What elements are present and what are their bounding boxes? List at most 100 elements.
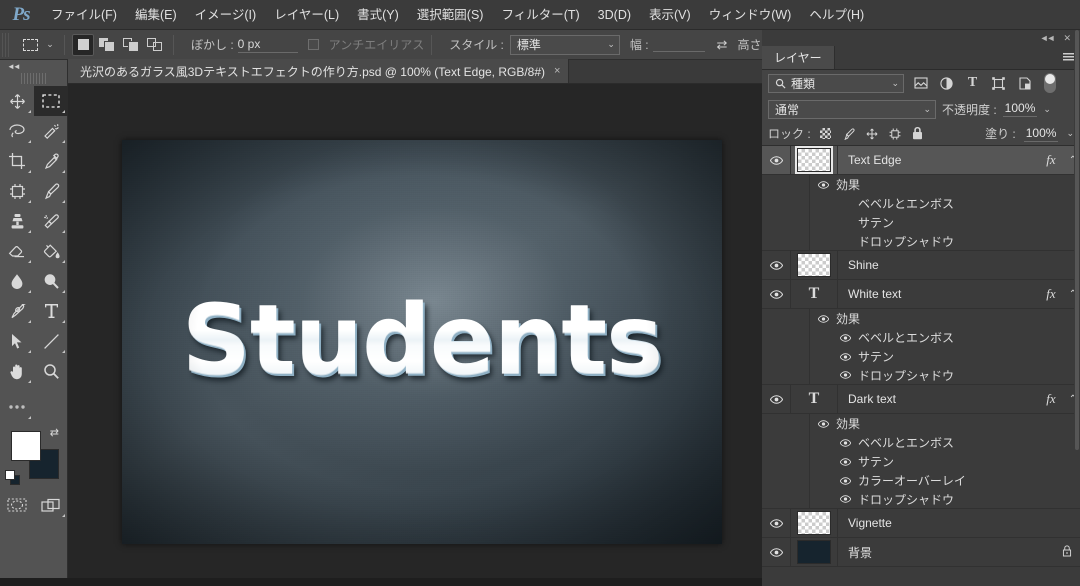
document-canvas[interactable]: Students Students Students bbox=[122, 140, 722, 544]
effect-visibility-toggle[interactable] bbox=[832, 438, 858, 447]
edit-toolbar-tool[interactable] bbox=[0, 392, 34, 422]
layer-fx-icon[interactable]: fx bbox=[1036, 286, 1066, 302]
tools-panel-grip[interactable] bbox=[20, 73, 47, 84]
blend-mode-select[interactable]: 通常 ⌄ bbox=[768, 99, 936, 119]
quick-selection-tool[interactable] bbox=[34, 116, 68, 146]
layer-visibility-toggle[interactable] bbox=[762, 155, 790, 165]
frame-tool[interactable] bbox=[0, 176, 34, 206]
lock-image-pixels-icon[interactable] bbox=[842, 127, 856, 141]
rectangular-marquee-tool[interactable] bbox=[34, 86, 68, 116]
canvas-work-area[interactable]: Students Students Students bbox=[68, 84, 762, 578]
move-tool[interactable] bbox=[0, 86, 34, 116]
menu-item-1[interactable]: 編集(E) bbox=[126, 0, 186, 30]
path-selection-tool[interactable] bbox=[0, 326, 34, 356]
layer-effect-row[interactable]: ベベルとエンボス bbox=[762, 328, 1080, 347]
layer-fx-icon[interactable]: fx bbox=[1036, 152, 1066, 168]
filter-kind-select[interactable]: 種類 ⌄ bbox=[768, 73, 904, 93]
layer-effects-group-row[interactable]: 効果 bbox=[762, 309, 1080, 328]
layer-name[interactable]: White text bbox=[838, 287, 1036, 301]
layer-fx-icon[interactable]: fx bbox=[1036, 391, 1066, 407]
pen-tool[interactable] bbox=[0, 296, 34, 326]
menu-item-9[interactable]: ウィンドウ(W) bbox=[700, 0, 801, 30]
opacity-chevron-down-icon[interactable]: ⌄ bbox=[1043, 104, 1051, 115]
layer-visibility-toggle[interactable] bbox=[762, 289, 790, 299]
lock-transparent-pixels-icon[interactable] bbox=[819, 127, 833, 141]
layer-thumbnail-cell[interactable] bbox=[790, 250, 838, 280]
type-tool[interactable] bbox=[34, 296, 68, 326]
effects-visibility-toggle[interactable] bbox=[810, 314, 836, 323]
close-icon[interactable]: × bbox=[554, 65, 560, 77]
layer-effect-row[interactable]: サテン bbox=[762, 452, 1080, 471]
subtract-from-selection-button[interactable] bbox=[120, 34, 142, 56]
dodge-tool[interactable] bbox=[34, 266, 68, 296]
layer-name[interactable]: Text Edge bbox=[838, 153, 1036, 167]
fill-chevron-down-icon[interactable]: ⌄ bbox=[1066, 128, 1074, 139]
layer-row[interactable]: Vignette bbox=[762, 508, 1080, 538]
healing-brush-tool[interactable] bbox=[34, 206, 68, 236]
swap-width-height-icon[interactable]: ⇄ bbox=[717, 37, 728, 53]
quick-mask-mode-button[interactable] bbox=[0, 490, 34, 520]
layer-name[interactable]: Shine bbox=[838, 258, 1080, 272]
layer-thumbnail-cell[interactable] bbox=[790, 146, 838, 175]
effects-visibility-toggle[interactable] bbox=[810, 419, 836, 428]
menu-item-7[interactable]: 3D(D) bbox=[589, 0, 640, 30]
layer-list[interactable]: Text Edge fx ⌃ 効果 ベベルとエンボス サテン ドロップシャドウ Shine T W… bbox=[762, 146, 1080, 586]
antialias-checkbox[interactable] bbox=[307, 39, 319, 50]
adjustment-filter-icon[interactable] bbox=[937, 74, 956, 93]
intersect-selection-button[interactable] bbox=[144, 34, 166, 56]
tools-collapse-button[interactable]: ◄◄ bbox=[0, 60, 67, 73]
tool-preset-chevron-down-icon[interactable]: ⌄ bbox=[43, 39, 57, 50]
layer-row[interactable]: Text Edge fx ⌃ bbox=[762, 146, 1080, 175]
effect-visibility-toggle[interactable] bbox=[832, 352, 858, 361]
line-tool[interactable] bbox=[34, 326, 68, 356]
feather-input[interactable]: 0 px bbox=[237, 37, 298, 53]
layer-effect-row[interactable]: ドロップシャドウ bbox=[762, 489, 1080, 509]
effect-visibility-toggle[interactable] bbox=[832, 371, 858, 379]
layer-effects-group-row[interactable]: 効果 bbox=[762, 175, 1080, 194]
layer-visibility-toggle[interactable] bbox=[762, 260, 790, 270]
layer-effects-group-row[interactable]: 効果 bbox=[762, 414, 1080, 433]
lasso-tool[interactable] bbox=[0, 116, 34, 146]
eraser-tool[interactable] bbox=[0, 236, 34, 266]
tab-layers[interactable]: レイヤー bbox=[762, 46, 835, 69]
layer-effect-row[interactable]: ドロップシャドウ bbox=[762, 231, 1080, 251]
fill-input[interactable]: 100% bbox=[1023, 126, 1059, 142]
dock-collapse-icon[interactable]: ◄◄ bbox=[1040, 33, 1056, 43]
menu-item-2[interactable]: イメージ(I) bbox=[186, 0, 266, 30]
menu-item-6[interactable]: フィルター(T) bbox=[492, 0, 588, 30]
brush-tool[interactable] bbox=[34, 176, 68, 206]
width-input[interactable] bbox=[652, 38, 705, 52]
screen-mode-button[interactable] bbox=[34, 490, 68, 520]
menu-item-5[interactable]: 選択範囲(S) bbox=[408, 0, 493, 30]
dock-close-icon[interactable]: ✕ bbox=[1063, 33, 1071, 44]
blur-tool[interactable] bbox=[0, 266, 34, 296]
menu-item-0[interactable]: ファイル(F) bbox=[42, 0, 126, 30]
smartobject-filter-icon[interactable] bbox=[1015, 74, 1034, 93]
hand-tool[interactable] bbox=[0, 356, 34, 386]
layer-row[interactable]: 背景 bbox=[762, 537, 1080, 567]
filter-enable-toggle[interactable] bbox=[1044, 73, 1056, 93]
opacity-input[interactable]: 100% bbox=[1002, 101, 1038, 117]
layer-effect-row[interactable]: ベベルとエンボス bbox=[762, 194, 1080, 213]
default-colors-icon[interactable] bbox=[6, 471, 19, 484]
menu-item-8[interactable]: 表示(V) bbox=[640, 0, 700, 30]
layer-effect-row[interactable]: ドロップシャドウ bbox=[762, 365, 1080, 385]
layer-list-scrollbar[interactable] bbox=[1074, 30, 1080, 470]
crop-tool[interactable] bbox=[0, 146, 34, 176]
rectangular-marquee-icon[interactable] bbox=[17, 34, 43, 56]
layer-row[interactable]: Shine bbox=[762, 250, 1080, 280]
layer-visibility-toggle[interactable] bbox=[762, 518, 790, 528]
layer-name[interactable]: Dark text bbox=[838, 392, 1036, 406]
style-select[interactable]: 標準 ⌄ bbox=[509, 34, 620, 55]
eyedropper-tool[interactable] bbox=[34, 146, 68, 176]
foreground-color-swatch[interactable] bbox=[12, 432, 40, 460]
pixel-filter-icon[interactable] bbox=[911, 74, 930, 93]
clone-stamp-tool[interactable] bbox=[0, 206, 34, 236]
paint-bucket-tool[interactable] bbox=[34, 236, 68, 266]
document-tab[interactable]: 光沢のあるガラス風3Dテキストエフェクトの作り方.psd @ 100% (Tex… bbox=[68, 59, 570, 83]
layer-row[interactable]: T Dark text fx ⌃ bbox=[762, 384, 1080, 414]
swap-colors-icon[interactable]: ⇄ bbox=[50, 426, 59, 439]
zoom-tool[interactable] bbox=[34, 356, 68, 386]
layer-visibility-toggle[interactable] bbox=[762, 547, 790, 557]
layer-name[interactable]: 背景 bbox=[838, 544, 1054, 561]
